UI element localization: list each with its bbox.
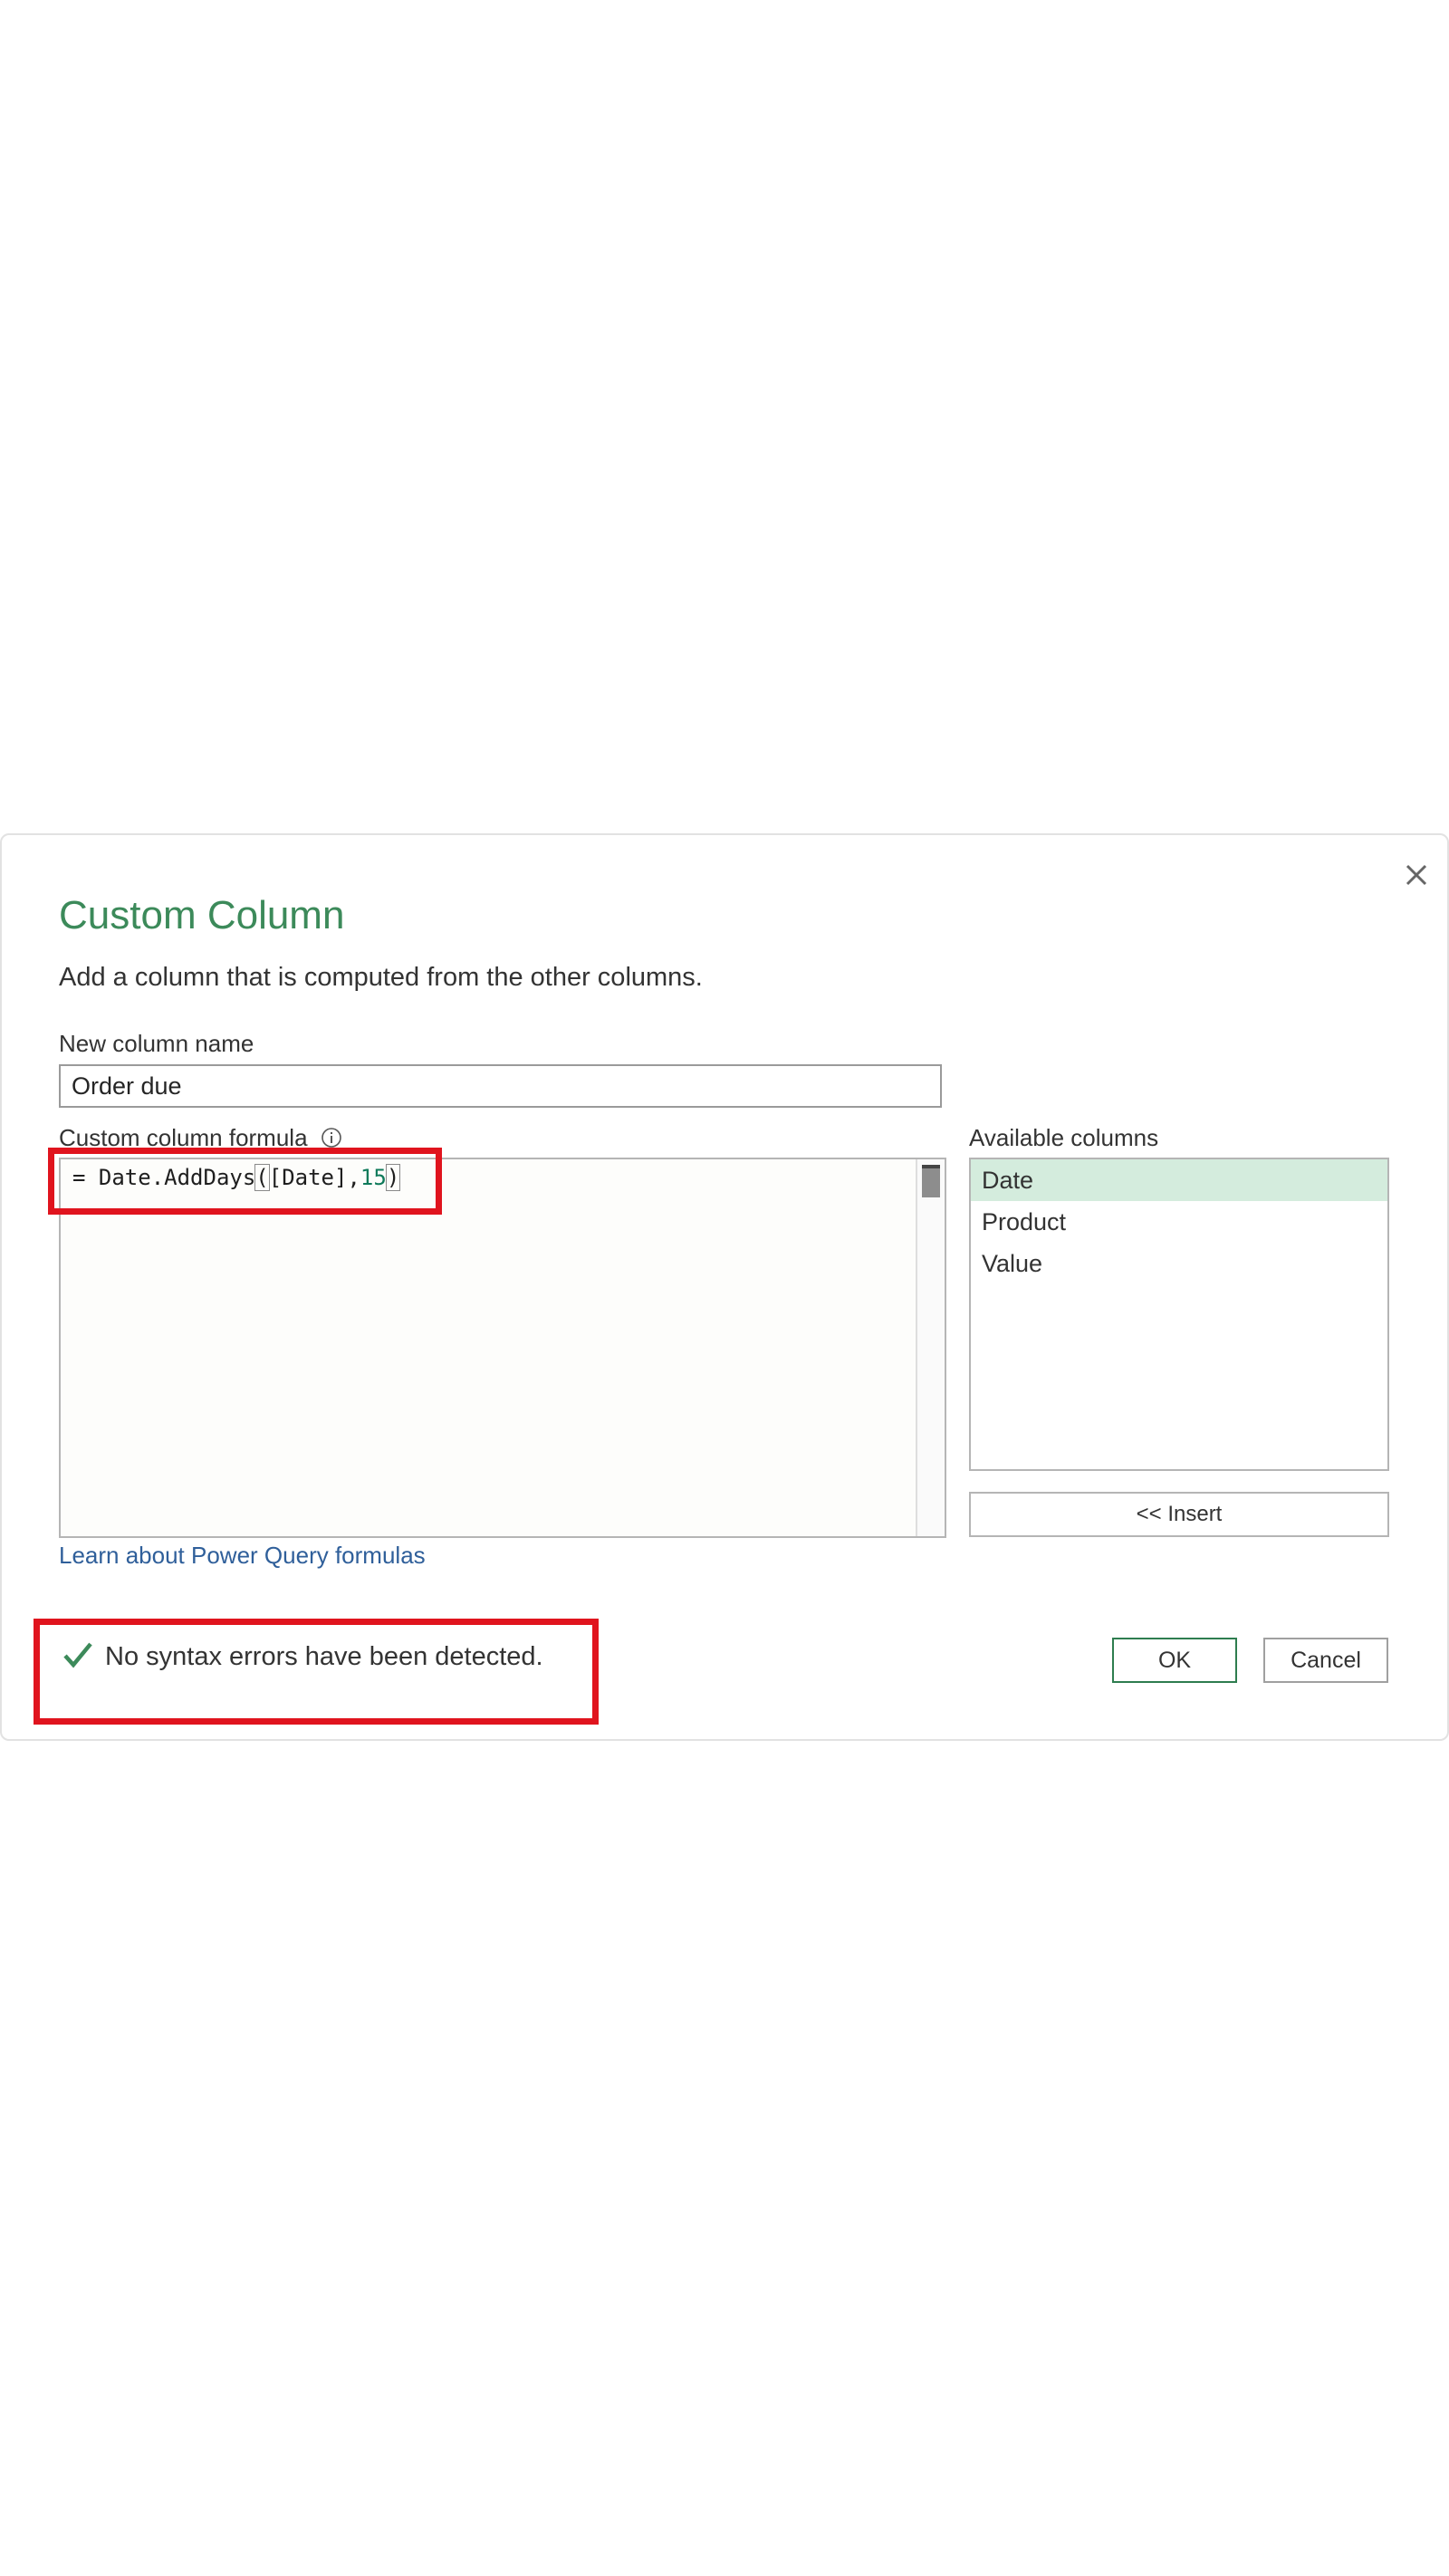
cancel-button[interactable]: Cancel	[1263, 1638, 1388, 1683]
scrollbar-thumb[interactable]	[922, 1165, 940, 1197]
ok-button[interactable]: OK	[1112, 1638, 1237, 1683]
close-button[interactable]	[1395, 853, 1438, 897]
formula-args: [Date],	[268, 1165, 360, 1190]
new-column-name-label: New column name	[59, 1030, 254, 1057]
syntax-status-text: No syntax errors have been detected.	[105, 1642, 543, 1671]
available-columns-label: Available columns	[969, 1124, 1159, 1151]
column-item-product[interactable]: Product	[971, 1201, 1387, 1243]
formula-editor[interactable]: = Date.AddDays([Date],15)	[59, 1158, 946, 1538]
formula-number: 15	[360, 1165, 387, 1190]
syntax-status: No syntax errors have been detected.	[62, 1639, 543, 1672]
dialog-subtitle: Add a column that is computed from the o…	[59, 963, 703, 992]
formula-text[interactable]: = Date.AddDays([Date],15)	[72, 1164, 401, 1191]
dialog-title: Custom Column	[59, 893, 345, 937]
learn-formulas-link[interactable]: Learn about Power Query formulas	[59, 1542, 426, 1570]
custom-column-dialog: Custom Column Add a column that is compu…	[0, 833, 1449, 1741]
formula-label-row: Custom column formula	[59, 1124, 342, 1152]
info-icon[interactable]	[321, 1127, 342, 1149]
formula-scrollbar[interactable]	[916, 1159, 945, 1536]
formula-open-paren: (	[254, 1164, 270, 1191]
column-item-date[interactable]: Date	[971, 1159, 1387, 1201]
formula-function: = Date.AddDays	[72, 1165, 256, 1190]
close-icon	[1406, 864, 1427, 886]
new-column-name-input[interactable]	[59, 1064, 942, 1108]
insert-button[interactable]: << Insert	[969, 1492, 1389, 1537]
formula-label: Custom column formula	[59, 1124, 308, 1151]
available-columns-list[interactable]: Date Product Value	[969, 1158, 1389, 1471]
check-icon	[63, 1642, 92, 1668]
formula-close-paren: )	[385, 1164, 401, 1191]
column-item-value[interactable]: Value	[971, 1243, 1387, 1284]
